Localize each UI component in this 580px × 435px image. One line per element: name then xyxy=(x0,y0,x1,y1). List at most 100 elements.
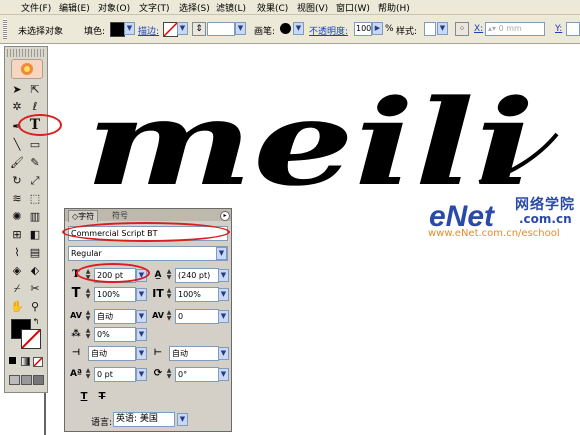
menu-edit[interactable]: 编辑(E) xyxy=(59,1,90,14)
menu-help[interactable]: 帮助(H) xyxy=(378,1,410,14)
menu-window[interactable]: 窗口(W) xyxy=(336,1,370,14)
menu-type[interactable]: 文字(T) xyxy=(139,1,170,14)
scale-tool-icon[interactable]: ⤢ xyxy=(27,173,43,188)
symbol-sprayer-tool-icon[interactable]: ✺ xyxy=(9,209,25,224)
strikethrough-icon[interactable]: T xyxy=(95,390,109,404)
vertical-scale-input[interactable]: 100% xyxy=(94,287,136,302)
selection-tool-icon[interactable]: ➤ xyxy=(9,82,25,97)
x-coordinate-input[interactable]: ▴▾ 0 mm xyxy=(485,22,545,36)
eyedropper-tool-icon[interactable]: ⌇ xyxy=(9,245,25,260)
gradient-tool-icon[interactable]: ◧ xyxy=(27,227,43,242)
menu-effect[interactable]: 效果(C) xyxy=(257,1,288,14)
brush-dot-icon[interactable] xyxy=(280,23,291,34)
live-paint-selection-tool-icon[interactable]: ⬖ xyxy=(27,263,43,278)
tab-glyphs[interactable]: 符号 xyxy=(109,211,131,221)
menu-select[interactable]: 选择(S) xyxy=(179,1,210,14)
stroke-dropdown[interactable]: ▼ xyxy=(177,22,188,35)
leading-dropdown[interactable]: ▼ xyxy=(218,269,229,282)
stroke-weight-icon[interactable]: ⇕ xyxy=(192,22,206,36)
lasso-tool-icon[interactable]: ℓ xyxy=(27,99,43,114)
aki-left-dropdown[interactable]: ▼ xyxy=(136,347,147,360)
magic-wand-tool-icon[interactable]: ✲ xyxy=(9,99,25,114)
baseline-shift-dropdown[interactable]: ▼ xyxy=(136,368,147,381)
warp-tool-icon[interactable]: ≋ xyxy=(9,191,25,206)
stroke-swatch[interactable] xyxy=(163,22,178,37)
full-screen-menu-mode-icon[interactable] xyxy=(21,375,32,385)
toolbox-title-bar[interactable] xyxy=(7,49,45,57)
aki-right-select[interactable]: 自动 xyxy=(169,346,219,361)
menu-file[interactable]: 文件(F) xyxy=(21,1,51,14)
menu-object[interactable]: 对象(O) xyxy=(98,1,130,14)
y-coordinate-input[interactable] xyxy=(566,22,580,36)
toolbar-grip[interactable] xyxy=(3,19,7,39)
aki-left-select[interactable]: 自动 xyxy=(88,346,136,361)
opacity-dropdown[interactable]: ▶ xyxy=(372,22,383,35)
horizontal-scale-input[interactable]: 100% xyxy=(175,287,219,302)
vertical-scale-dropdown[interactable]: ▼ xyxy=(136,288,147,301)
style-dropdown[interactable]: ▼ xyxy=(437,22,448,35)
tracking-input[interactable]: 0 xyxy=(175,309,219,324)
leading-input[interactable]: (240 pt) xyxy=(175,268,219,283)
tab-character[interactable]: ◇字符 xyxy=(68,210,99,222)
rotation-input[interactable]: 0° xyxy=(175,367,219,382)
slice-tool-icon[interactable]: ⌿ xyxy=(9,281,25,296)
full-screen-mode-icon[interactable] xyxy=(33,375,44,385)
language-dropdown[interactable]: ▼ xyxy=(177,413,188,426)
panel-menu-icon[interactable]: ▸ xyxy=(220,211,230,221)
leading-spinner-icon[interactable]: ▲ ▼ xyxy=(165,269,173,282)
x-label[interactable]: X: xyxy=(474,24,483,34)
underline-icon[interactable]: T xyxy=(77,390,91,404)
y-label[interactable]: Y: xyxy=(555,24,562,34)
live-paint-tool-icon[interactable]: ◈ xyxy=(9,263,25,278)
mesh-tool-icon[interactable]: ⊞ xyxy=(9,227,25,242)
opacity-input[interactable]: 100 xyxy=(354,22,372,36)
horizontal-scale-spinner-icon[interactable]: ▲ ▼ xyxy=(165,288,173,301)
baseline-shift-spinner-icon[interactable]: ▲ ▼ xyxy=(84,368,92,381)
scissors-tool-icon[interactable]: ✂ xyxy=(27,281,43,296)
free-transform-tool-icon[interactable]: ⬚ xyxy=(27,191,43,206)
standard-screen-mode-icon[interactable] xyxy=(9,375,20,385)
horizontal-scale-dropdown[interactable]: ▼ xyxy=(218,288,229,301)
rectangle-tool-icon[interactable]: ▭ xyxy=(27,137,43,152)
paintbrush-tool-icon[interactable]: 🖌 xyxy=(9,155,25,170)
menu-filter[interactable]: 滤镜(L) xyxy=(216,1,246,14)
line-tool-icon[interactable]: ╲ xyxy=(9,137,25,152)
none-mode-icon[interactable] xyxy=(33,357,43,367)
tsume-dropdown[interactable]: ▼ xyxy=(136,328,147,341)
language-select[interactable]: 英语: 美国 xyxy=(113,412,175,427)
font-style-dropdown[interactable]: ▼ xyxy=(216,247,227,260)
opacity-label[interactable]: 不透明度: xyxy=(309,24,348,37)
blend-tool-icon[interactable]: ▤ xyxy=(27,245,43,260)
style-swatch[interactable] xyxy=(424,22,436,36)
direct-selection-tool-icon[interactable]: ⇱ xyxy=(27,82,43,97)
kerning-spinner-icon[interactable]: ▲ ▼ xyxy=(84,310,92,323)
kerning-dropdown[interactable]: ▼ xyxy=(136,310,147,323)
vertical-scale-spinner-icon[interactable]: ▲ ▼ xyxy=(84,288,92,301)
hand-tool-icon[interactable]: ✋ xyxy=(9,299,25,314)
reference-point-icon[interactable]: ⁘ xyxy=(455,22,469,36)
rotate-tool-icon[interactable]: ↻ xyxy=(9,173,25,188)
tracking-spinner-icon[interactable]: ▲ ▼ xyxy=(165,310,173,323)
stroke-weight-dropdown[interactable]: ▼ xyxy=(235,22,246,35)
fill-dropdown[interactable]: ▼ xyxy=(124,22,135,35)
kerning-select[interactable]: 自动 xyxy=(94,309,136,324)
gradient-mode-icon[interactable] xyxy=(21,357,30,366)
aki-right-dropdown[interactable]: ▼ xyxy=(218,347,229,360)
tsume-input[interactable]: 0% xyxy=(94,327,136,342)
baseline-shift-input[interactable]: 0 pt xyxy=(94,367,136,382)
pencil-tool-icon[interactable]: ✎ xyxy=(27,155,43,170)
swap-colors-icon[interactable]: ↰ xyxy=(31,317,41,327)
rotation-dropdown[interactable]: ▼ xyxy=(218,368,229,381)
zoom-tool-icon[interactable]: ⚲ xyxy=(27,299,43,314)
color-mode-icon[interactable] xyxy=(9,357,16,364)
stroke-label[interactable]: 描边: xyxy=(138,24,159,37)
brush-dropdown[interactable]: ▼ xyxy=(293,22,304,35)
tsume-spinner-icon[interactable]: ▲ ▼ xyxy=(84,328,92,341)
fill-swatch[interactable] xyxy=(110,22,125,37)
stroke-color-swatch[interactable] xyxy=(21,329,41,349)
font-style-select[interactable]: Regular xyxy=(68,246,228,261)
column-graph-tool-icon[interactable]: ▥ xyxy=(27,209,43,224)
tracking-dropdown[interactable]: ▼ xyxy=(218,310,229,323)
stroke-weight-input[interactable] xyxy=(207,22,235,36)
rotation-spinner-icon[interactable]: ▲ ▼ xyxy=(165,368,173,381)
